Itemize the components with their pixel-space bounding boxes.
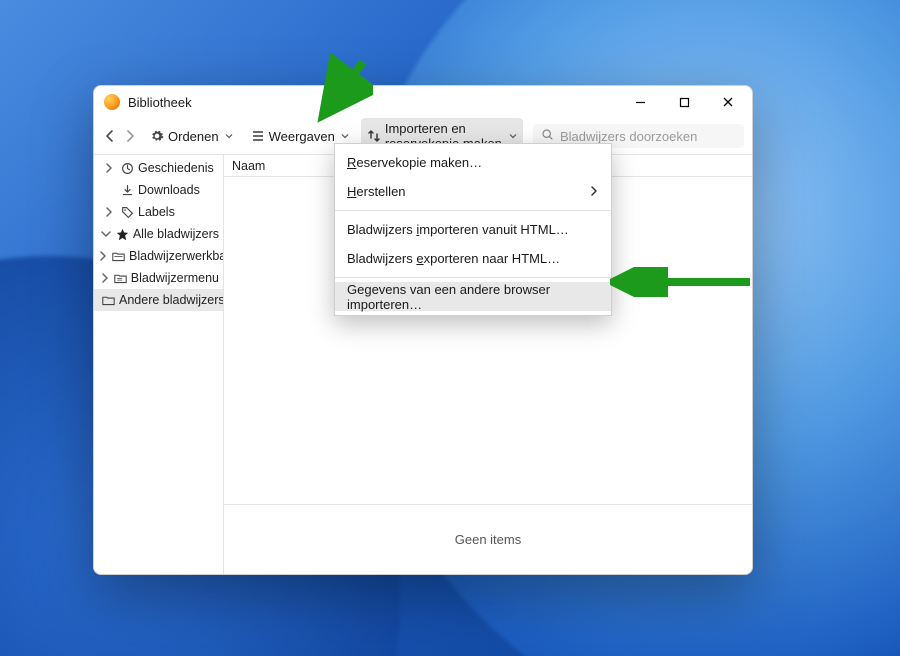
sidebar-item-3[interactable]: Alle bladwijzers: [94, 223, 223, 245]
import-export-icon: [367, 129, 381, 143]
menu-item-3[interactable]: Bladwijzers importeren vanuit HTML…: [335, 215, 611, 244]
organize-menu-button[interactable]: Ordenen: [144, 126, 239, 147]
annotation-arrow-top: [303, 54, 373, 124]
folder-menu-icon: [114, 272, 127, 285]
sidebar-item-5[interactable]: Bladwijzermenu: [94, 267, 223, 289]
chevron-right-icon: [589, 184, 599, 199]
menu-item-label: Bladwijzers exporteren naar HTML…: [347, 251, 599, 266]
chevron-down-icon[interactable]: [101, 229, 112, 239]
sidebar-item-2[interactable]: Labels: [94, 201, 223, 223]
sidebar-item-0[interactable]: Geschiedenis: [94, 157, 223, 179]
menu-item-label: Herstellen: [347, 184, 589, 199]
menu-item-1[interactable]: Herstellen: [335, 177, 611, 206]
minimize-button[interactable]: [618, 86, 662, 118]
sidebar-item-4[interactable]: Bladwijzerwerkbalk: [94, 245, 223, 267]
chevron-right-icon[interactable]: [100, 273, 110, 283]
menu-separator: [335, 210, 611, 211]
menu-item-0[interactable]: Reservekopie maken…: [335, 148, 611, 177]
sidebar-item-1[interactable]: Downloads: [94, 179, 223, 201]
chevron-right-icon[interactable]: [98, 251, 108, 261]
chevron-right-icon[interactable]: [102, 207, 116, 217]
download-icon: [120, 184, 134, 197]
sidebar-item-label: Geschiedenis: [138, 161, 214, 175]
titlebar: Bibliotheek: [94, 86, 752, 118]
menu-item-label: Reservekopie maken…: [347, 155, 599, 170]
clock-icon: [120, 162, 134, 175]
sidebar-item-label: Alle bladwijzers: [133, 227, 219, 241]
sidebar-item-label: Downloads: [138, 183, 200, 197]
folder-icon: [102, 294, 115, 307]
chevron-down-icon: [225, 132, 233, 140]
tag-icon: [120, 206, 134, 219]
sidebar: Geschiedenis Downloads Labels Alle bladwijz…: [94, 155, 224, 574]
sidebar-item-label: Labels: [138, 205, 175, 219]
sidebar-item-6[interactable]: Andere bladwijzers: [94, 289, 223, 311]
folder-toolbar-icon: [112, 250, 125, 263]
menu-separator: [335, 277, 611, 278]
import-backup-menu: Reservekopie maken… Herstellen Bladwijzers…: [334, 143, 612, 316]
sidebar-item-label: Bladwijzerwerkbalk: [129, 249, 224, 263]
list-icon: [251, 129, 265, 143]
chevron-down-icon: [341, 132, 349, 140]
sidebar-item-label: Andere bladwijzers: [119, 293, 224, 307]
search-input[interactable]: [560, 129, 736, 144]
organize-label: Ordenen: [168, 129, 219, 144]
forward-button[interactable]: [122, 124, 138, 148]
window-title: Bibliotheek: [128, 95, 618, 110]
star-icon: [116, 228, 129, 241]
maximize-button[interactable]: [662, 86, 706, 118]
annotation-arrow-side: [610, 267, 760, 297]
back-button[interactable]: [102, 124, 118, 148]
menu-item-4[interactable]: Bladwijzers exporteren naar HTML…: [335, 244, 611, 273]
library-window: Bibliotheek Ordenen Weerga: [93, 85, 753, 575]
empty-state-text: Geen items: [455, 532, 521, 547]
details-pane: Geen items: [224, 504, 752, 574]
chevron-down-icon: [509, 132, 517, 140]
sidebar-item-label: Bladwijzermenu: [131, 271, 219, 285]
search-icon: [541, 128, 554, 144]
gear-icon: [150, 129, 164, 143]
menu-item-label: Gegevens van een andere browser importer…: [347, 282, 599, 312]
menu-item-label: Bladwijzers importeren vanuit HTML…: [347, 222, 599, 237]
chevron-right-icon[interactable]: [102, 163, 116, 173]
views-label: Weergaven: [269, 129, 335, 144]
firefox-icon: [104, 94, 120, 110]
menu-item-6[interactable]: Gegevens van een andere browser importer…: [335, 282, 611, 311]
close-button[interactable]: [706, 86, 750, 118]
